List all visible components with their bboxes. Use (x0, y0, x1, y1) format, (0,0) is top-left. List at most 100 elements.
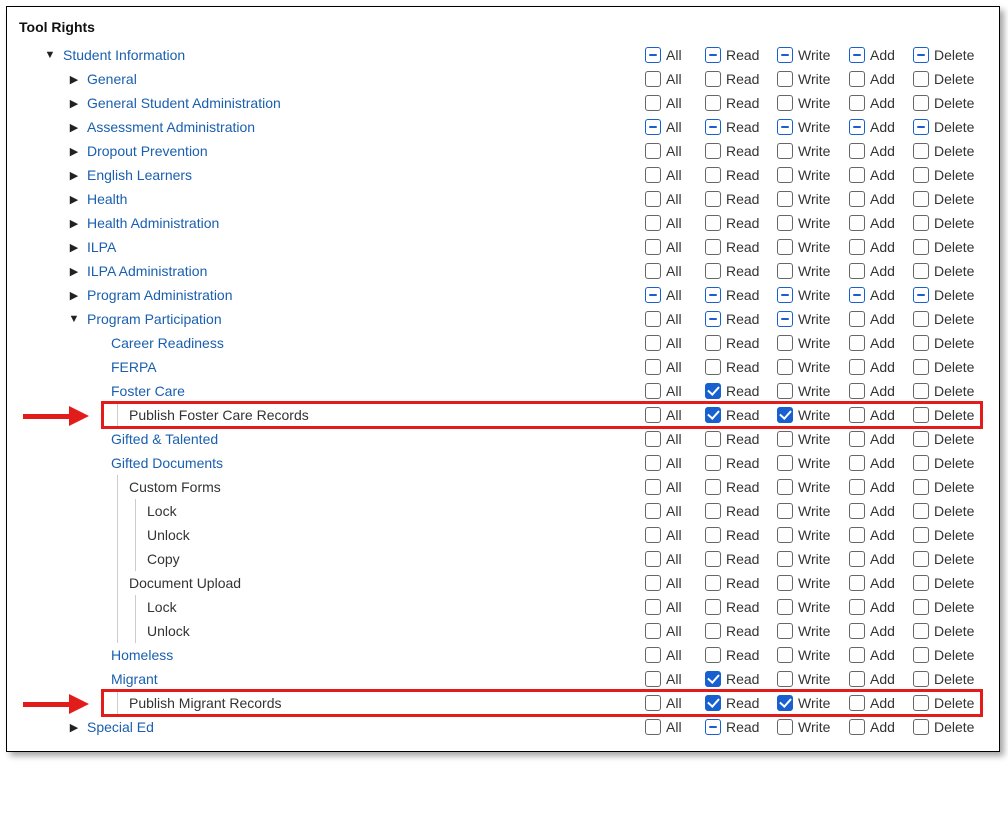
expand-icon[interactable]: ▶ (67, 145, 81, 158)
checkbox-delete-ferpa[interactable] (913, 359, 929, 375)
checkbox-all-special-ed[interactable] (645, 719, 661, 735)
checkbox-delete-homeless[interactable] (913, 647, 929, 663)
checkbox-delete-program-participation[interactable] (913, 311, 929, 327)
checkbox-read-student-info[interactable] (705, 47, 721, 63)
checkbox-add-ilpa-admin[interactable] (849, 263, 865, 279)
checkbox-delete-gifted-documents[interactable] (913, 455, 929, 471)
checkbox-read-gifted-documents[interactable] (705, 455, 721, 471)
checkbox-write-ilpa-admin[interactable] (777, 263, 793, 279)
checkbox-write-cf-unlock[interactable] (777, 527, 793, 543)
checkbox-read-cf-copy[interactable] (705, 551, 721, 567)
checkbox-delete-health-admin[interactable] (913, 215, 929, 231)
checkbox-write-student-info[interactable] (777, 47, 793, 63)
checkbox-read-general[interactable] (705, 71, 721, 87)
checkbox-all-dropout-prev[interactable] (645, 143, 661, 159)
checkbox-read-health[interactable] (705, 191, 721, 207)
checkbox-read-ilpa-admin[interactable] (705, 263, 721, 279)
checkbox-read-english-learners[interactable] (705, 167, 721, 183)
checkbox-delete-general[interactable] (913, 71, 929, 87)
checkbox-delete-publish-foster[interactable] (913, 407, 929, 423)
expand-icon[interactable]: ▶ (67, 121, 81, 134)
checkbox-add-ferpa[interactable] (849, 359, 865, 375)
checkbox-read-cf-lock[interactable] (705, 503, 721, 519)
checkbox-write-english-learners[interactable] (777, 167, 793, 183)
checkbox-read-assessment-admin[interactable] (705, 119, 721, 135)
checkbox-all-gifted-documents[interactable] (645, 455, 661, 471)
checkbox-write-gifted-documents[interactable] (777, 455, 793, 471)
checkbox-all-cf-lock[interactable] (645, 503, 661, 519)
checkbox-delete-cf-lock[interactable] (913, 503, 929, 519)
checkbox-delete-gifted-talented[interactable] (913, 431, 929, 447)
checkbox-read-program-participation[interactable] (705, 311, 721, 327)
checkbox-all-program-participation[interactable] (645, 311, 661, 327)
checkbox-add-cf-lock[interactable] (849, 503, 865, 519)
checkbox-add-du-lock[interactable] (849, 599, 865, 615)
collapse-icon[interactable]: ▼ (43, 49, 57, 61)
checkbox-read-doc-upload[interactable] (705, 575, 721, 591)
item-label-special-ed[interactable]: Special Ed (87, 719, 154, 735)
checkbox-add-english-learners[interactable] (849, 167, 865, 183)
checkbox-all-health[interactable] (645, 191, 661, 207)
checkbox-add-foster-care[interactable] (849, 383, 865, 399)
checkbox-delete-assessment-admin[interactable] (913, 119, 929, 135)
checkbox-delete-custom-forms[interactable] (913, 479, 929, 495)
checkbox-add-doc-upload[interactable] (849, 575, 865, 591)
checkbox-add-gifted-documents[interactable] (849, 455, 865, 471)
checkbox-delete-doc-upload[interactable] (913, 575, 929, 591)
checkbox-all-career-readiness[interactable] (645, 335, 661, 351)
checkbox-read-ferpa[interactable] (705, 359, 721, 375)
checkbox-add-migrant[interactable] (849, 671, 865, 687)
checkbox-all-english-learners[interactable] (645, 167, 661, 183)
checkbox-write-career-readiness[interactable] (777, 335, 793, 351)
checkbox-delete-cf-unlock[interactable] (913, 527, 929, 543)
checkbox-delete-health[interactable] (913, 191, 929, 207)
checkbox-write-program-admin[interactable] (777, 287, 793, 303)
expand-icon[interactable]: ▶ (67, 241, 81, 254)
checkbox-all-doc-upload[interactable] (645, 575, 661, 591)
item-label-student-info[interactable]: Student Information (63, 47, 185, 63)
checkbox-delete-foster-care[interactable] (913, 383, 929, 399)
checkbox-add-special-ed[interactable] (849, 719, 865, 735)
checkbox-read-dropout-prev[interactable] (705, 143, 721, 159)
checkbox-read-publish-foster[interactable] (705, 407, 721, 423)
checkbox-write-assessment-admin[interactable] (777, 119, 793, 135)
checkbox-delete-career-readiness[interactable] (913, 335, 929, 351)
checkbox-add-general[interactable] (849, 71, 865, 87)
item-label-gifted-talented[interactable]: Gifted & Talented (111, 431, 218, 447)
checkbox-read-custom-forms[interactable] (705, 479, 721, 495)
item-label-foster-care[interactable]: Foster Care (111, 383, 185, 399)
checkbox-delete-publish-migrant[interactable] (913, 695, 929, 711)
checkbox-add-gen-student-admin[interactable] (849, 95, 865, 111)
checkbox-read-du-lock[interactable] (705, 599, 721, 615)
expand-icon[interactable]: ▶ (67, 217, 81, 230)
checkbox-write-custom-forms[interactable] (777, 479, 793, 495)
checkbox-add-gifted-talented[interactable] (849, 431, 865, 447)
checkbox-all-ferpa[interactable] (645, 359, 661, 375)
checkbox-add-publish-migrant[interactable] (849, 695, 865, 711)
checkbox-write-doc-upload[interactable] (777, 575, 793, 591)
checkbox-write-foster-care[interactable] (777, 383, 793, 399)
checkbox-delete-ilpa-admin[interactable] (913, 263, 929, 279)
checkbox-read-special-ed[interactable] (705, 719, 721, 735)
expand-icon[interactable]: ▶ (67, 169, 81, 182)
checkbox-all-publish-migrant[interactable] (645, 695, 661, 711)
checkbox-all-program-admin[interactable] (645, 287, 661, 303)
checkbox-write-health[interactable] (777, 191, 793, 207)
checkbox-write-du-unlock[interactable] (777, 623, 793, 639)
checkbox-add-ilpa[interactable] (849, 239, 865, 255)
checkbox-delete-gen-student-admin[interactable] (913, 95, 929, 111)
checkbox-all-foster-care[interactable] (645, 383, 661, 399)
checkbox-read-gen-student-admin[interactable] (705, 95, 721, 111)
checkbox-add-student-info[interactable] (849, 47, 865, 63)
checkbox-all-cf-unlock[interactable] (645, 527, 661, 543)
checkbox-add-health[interactable] (849, 191, 865, 207)
checkbox-write-cf-copy[interactable] (777, 551, 793, 567)
checkbox-all-custom-forms[interactable] (645, 479, 661, 495)
checkbox-read-migrant[interactable] (705, 671, 721, 687)
item-label-gifted-documents[interactable]: Gifted Documents (111, 455, 223, 471)
checkbox-all-homeless[interactable] (645, 647, 661, 663)
checkbox-add-health-admin[interactable] (849, 215, 865, 231)
checkbox-read-program-admin[interactable] (705, 287, 721, 303)
item-label-dropout-prev[interactable]: Dropout Prevention (87, 143, 208, 159)
item-label-ilpa-admin[interactable]: ILPA Administration (87, 263, 207, 279)
